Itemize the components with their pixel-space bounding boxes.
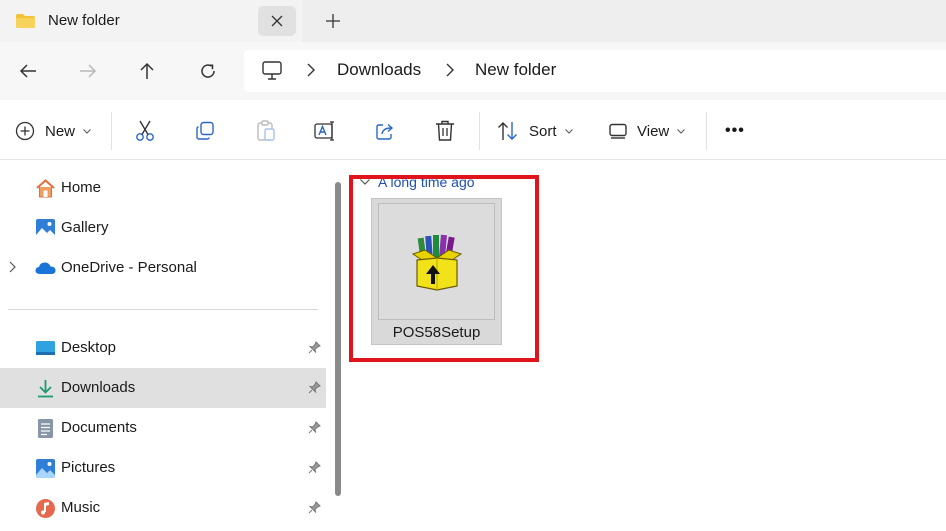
- document-icon: [38, 419, 53, 438]
- sidebar-item-label: Pictures: [61, 459, 116, 476]
- up-button[interactable]: [132, 56, 162, 86]
- command-bar: New Sort View •••: [0, 100, 946, 160]
- share-button[interactable]: [375, 118, 395, 144]
- music-icon: [36, 499, 55, 518]
- sort-button[interactable]: Sort: [497, 118, 573, 144]
- cut-button[interactable]: [135, 118, 155, 144]
- arrow-right-icon: [80, 64, 97, 78]
- clipboard-icon: [257, 120, 275, 141]
- breadcrumb[interactable]: Downloads New folder: [244, 50, 946, 92]
- toolbar-divider: [706, 112, 707, 150]
- back-button[interactable]: [13, 56, 43, 86]
- pictures-icon: [36, 459, 55, 478]
- arrow-left-icon: [19, 64, 36, 78]
- pin-icon[interactable]: [308, 461, 321, 474]
- sort-icon: [498, 122, 517, 140]
- delete-button[interactable]: [435, 118, 455, 144]
- sidebar-item-pictures[interactable]: Pictures: [0, 448, 326, 488]
- sidebar-item-label: Home: [61, 179, 102, 196]
- sidebar-item-label: Music: [61, 499, 101, 516]
- breadcrumb-item-downloads[interactable]: Downloads: [337, 60, 421, 80]
- pin-icon[interactable]: [308, 421, 321, 434]
- sidebar-item-label: Downloads: [61, 379, 136, 396]
- copy-button[interactable]: [195, 118, 215, 144]
- home-icon: [36, 179, 55, 198]
- toolbar-divider: [479, 112, 480, 150]
- chevron-down-icon: [83, 128, 91, 134]
- chevron-right-icon[interactable]: [446, 63, 454, 77]
- rename-button[interactable]: [314, 118, 336, 144]
- breadcrumb-item-new-folder[interactable]: New folder: [475, 60, 556, 80]
- view-label: View: [637, 122, 670, 140]
- new-button[interactable]: New: [15, 118, 91, 144]
- paste-button[interactable]: [256, 118, 276, 144]
- sidebar-item-onedrive[interactable]: OneDrive - Personal: [0, 248, 326, 288]
- cloud-icon: [35, 262, 56, 274]
- download-icon: [38, 380, 53, 398]
- gallery-icon: [36, 219, 55, 238]
- copy-icon: [196, 121, 214, 140]
- sidebar-item-gallery[interactable]: Gallery: [0, 208, 326, 248]
- sort-label: Sort: [529, 122, 557, 140]
- file-list: A long time ago POS58Setup: [346, 160, 946, 531]
- forward-button[interactable]: [73, 56, 103, 86]
- pin-icon[interactable]: [308, 341, 321, 354]
- tab-new-folder[interactable]: New folder: [0, 0, 302, 42]
- sidebar-item-label: Documents: [61, 419, 137, 436]
- share-icon: [376, 123, 394, 140]
- tab-close-button[interactable]: [258, 6, 296, 36]
- tab-strip: New folder: [0, 0, 946, 42]
- chevron-down-icon: [564, 128, 573, 134]
- sidebar-item-label: Desktop: [61, 339, 117, 356]
- view-icon: [609, 123, 627, 139]
- sidebar-item-music[interactable]: Music: [0, 488, 326, 528]
- navigation-pane: Home Gallery OneDrive - Personal Desktop…: [0, 160, 346, 531]
- plus-circle-icon: [15, 121, 35, 141]
- folder-icon: [16, 14, 35, 28]
- file-explorer-window: New folder Downloads New folder New Sort…: [0, 0, 946, 531]
- new-label: New: [45, 122, 76, 140]
- sidebar-scrollbar-thumb[interactable]: [335, 182, 341, 496]
- chevron-down-icon: [677, 128, 686, 134]
- toolbar-divider: [111, 112, 112, 150]
- sidebar-item-documents[interactable]: Documents: [0, 408, 326, 448]
- rename-icon: [314, 121, 334, 141]
- desktop-icon: [36, 341, 55, 355]
- sidebar-item-label: Gallery: [61, 219, 109, 236]
- close-icon: [271, 15, 283, 27]
- tab-title: New folder: [48, 12, 120, 29]
- sidebar-item-downloads[interactable]: Downloads: [0, 368, 326, 408]
- chevron-right-icon[interactable]: [307, 63, 315, 77]
- sidebar-item-desktop[interactable]: Desktop: [0, 328, 326, 368]
- scissors-icon: [136, 120, 154, 141]
- sidebar-divider: [8, 309, 318, 310]
- plus-icon: [326, 14, 340, 28]
- pin-icon[interactable]: [308, 381, 321, 394]
- more-options-label: •••: [725, 122, 745, 139]
- trash-icon: [436, 120, 454, 141]
- arrow-up-icon: [140, 62, 154, 79]
- view-button[interactable]: View: [609, 118, 686, 144]
- computer-icon[interactable]: [262, 61, 282, 80]
- pin-icon[interactable]: [308, 501, 321, 514]
- address-row: Downloads New folder: [0, 42, 946, 100]
- sidebar-item-home[interactable]: Home: [0, 168, 326, 208]
- sidebar-item-label: OneDrive - Personal: [61, 259, 197, 276]
- more-options-button[interactable]: •••: [725, 118, 745, 144]
- refresh-button[interactable]: [193, 56, 223, 86]
- highlight-box: [349, 175, 539, 362]
- new-tab-button[interactable]: [316, 6, 350, 36]
- chevron-right-icon[interactable]: [9, 261, 16, 273]
- refresh-icon: [201, 64, 215, 78]
